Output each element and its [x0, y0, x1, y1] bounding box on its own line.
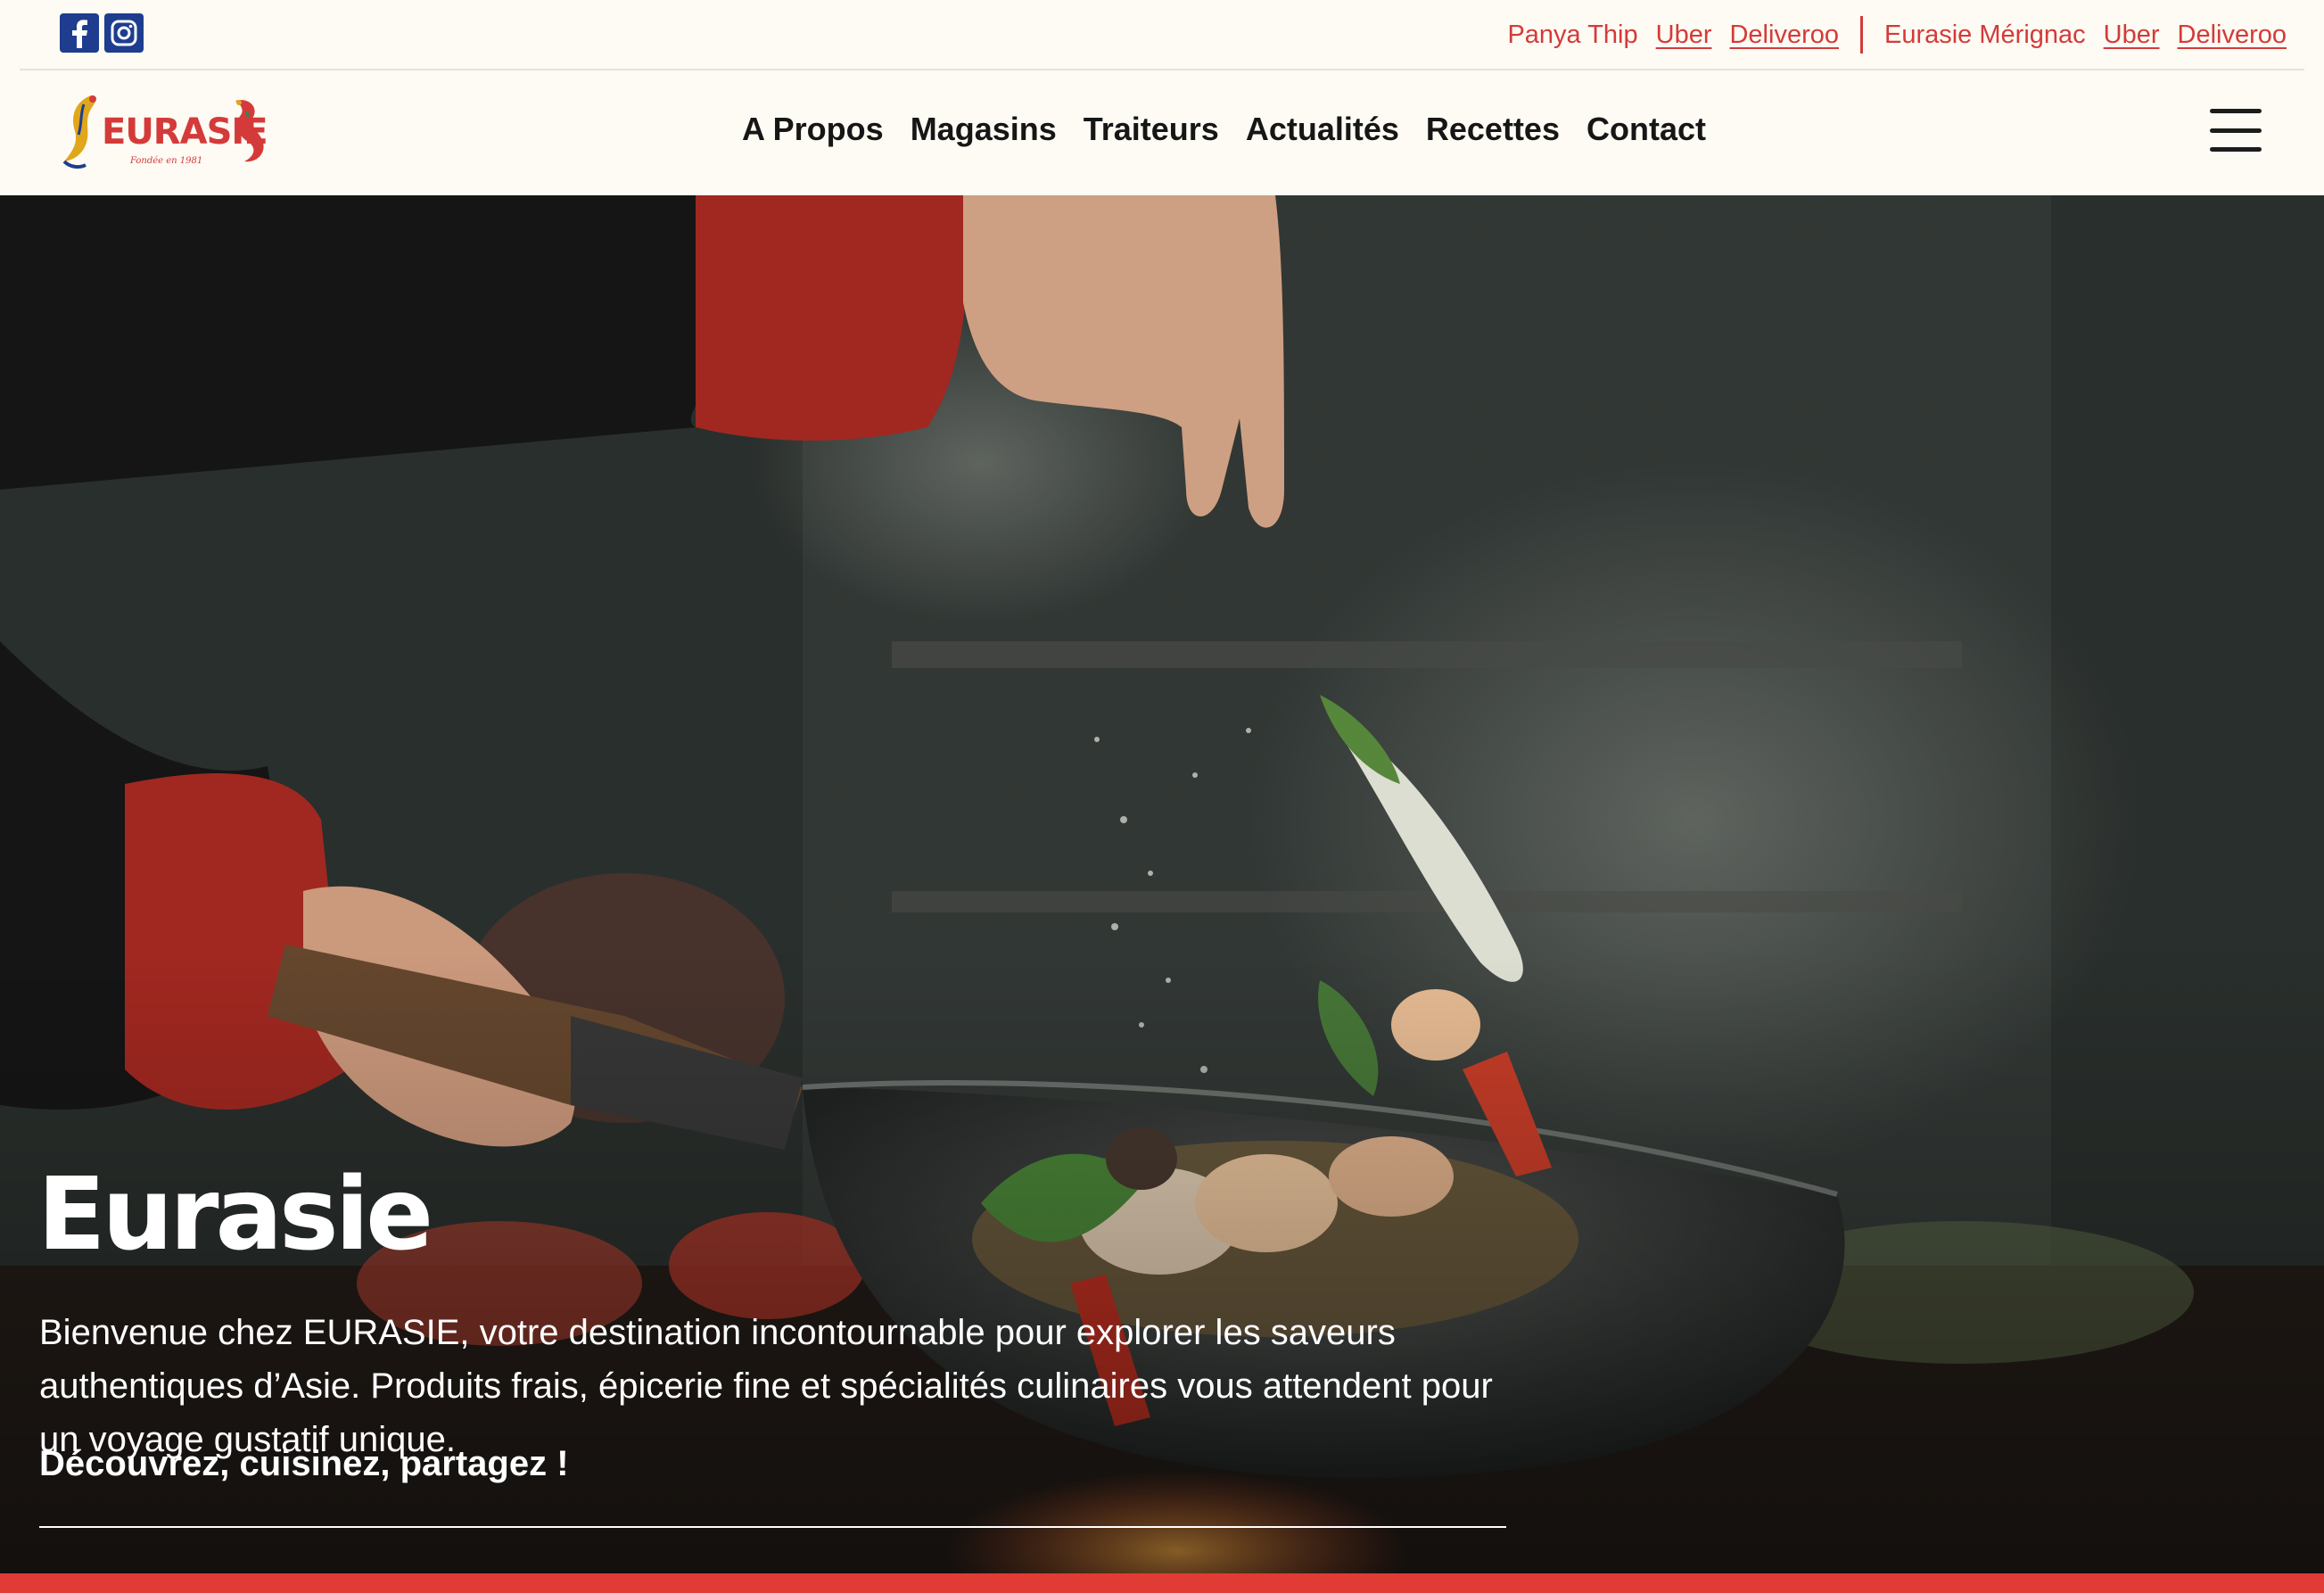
hamburger-menu-icon[interactable]	[2210, 109, 2262, 152]
hamburger-line	[2210, 109, 2262, 113]
hero-divider	[39, 1526, 1506, 1528]
eurasie-merignac-uber-link[interactable]: Uber	[2104, 21, 2160, 50]
svg-text:Fondée en 1981: Fondée en 1981	[129, 156, 202, 166]
shop-name-eurasie-merignac: Eurasie Mérignac	[1883, 20, 2086, 49]
panya-thip-uber-link[interactable]: Uber	[1656, 21, 1712, 50]
hamburger-line	[2210, 128, 2262, 133]
shop-divider	[1859, 16, 1863, 54]
hamburger-line	[2210, 147, 2262, 152]
svg-text:EURASIE: EURASIE	[102, 111, 268, 153]
eurasie-merignac-deliveroo-link[interactable]: Deliveroo	[2178, 21, 2287, 50]
hero-description: Bienvenue chez EURASIE, votre destinatio…	[39, 1313, 1493, 1459]
nav-item-contact[interactable]: Contact	[1586, 111, 1706, 148]
main-nav: A Propos Magasins Traiteurs Actualités R…	[742, 111, 1706, 148]
bottom-accent-bar	[0, 1573, 2324, 1593]
top-bar: Panya Thip Uber Deliveroo Eurasie Mérign…	[0, 0, 2324, 70]
nav-item-a-propos[interactable]: A Propos	[742, 111, 884, 148]
hero-title: Eurasie	[37, 1157, 433, 1273]
facebook-icon[interactable]	[60, 13, 99, 53]
panya-thip-deliveroo-link[interactable]: Deliveroo	[1729, 21, 1839, 50]
nav-item-traiteurs[interactable]: Traiteurs	[1084, 111, 1219, 148]
hero-tagline: Découvrez, cuisinez, partagez !	[39, 1444, 569, 1483]
social-links	[60, 13, 144, 53]
delivery-links: Panya Thip Uber Deliveroo Eurasie Mérign…	[1507, 16, 2287, 54]
hero-section: Eurasie Bienvenue chez EURASIE, votre de…	[0, 195, 2324, 1573]
nav-item-recettes[interactable]: Recettes	[1426, 111, 1560, 148]
nav-item-magasins[interactable]: Magasins	[911, 111, 1057, 148]
shop-name-panya-thip: Panya Thip	[1507, 20, 1638, 49]
nav-item-actualites[interactable]: Actualités	[1246, 111, 1399, 148]
instagram-icon[interactable]	[104, 13, 144, 53]
logo-lettering: EURASIE Fondée en 1981	[102, 111, 268, 166]
eurasie-logo[interactable]: EURASIE Fondée en 1981	[57, 88, 280, 177]
main-navbar: EURASIE Fondée en 1981 A Propos Magasins…	[0, 70, 2324, 195]
